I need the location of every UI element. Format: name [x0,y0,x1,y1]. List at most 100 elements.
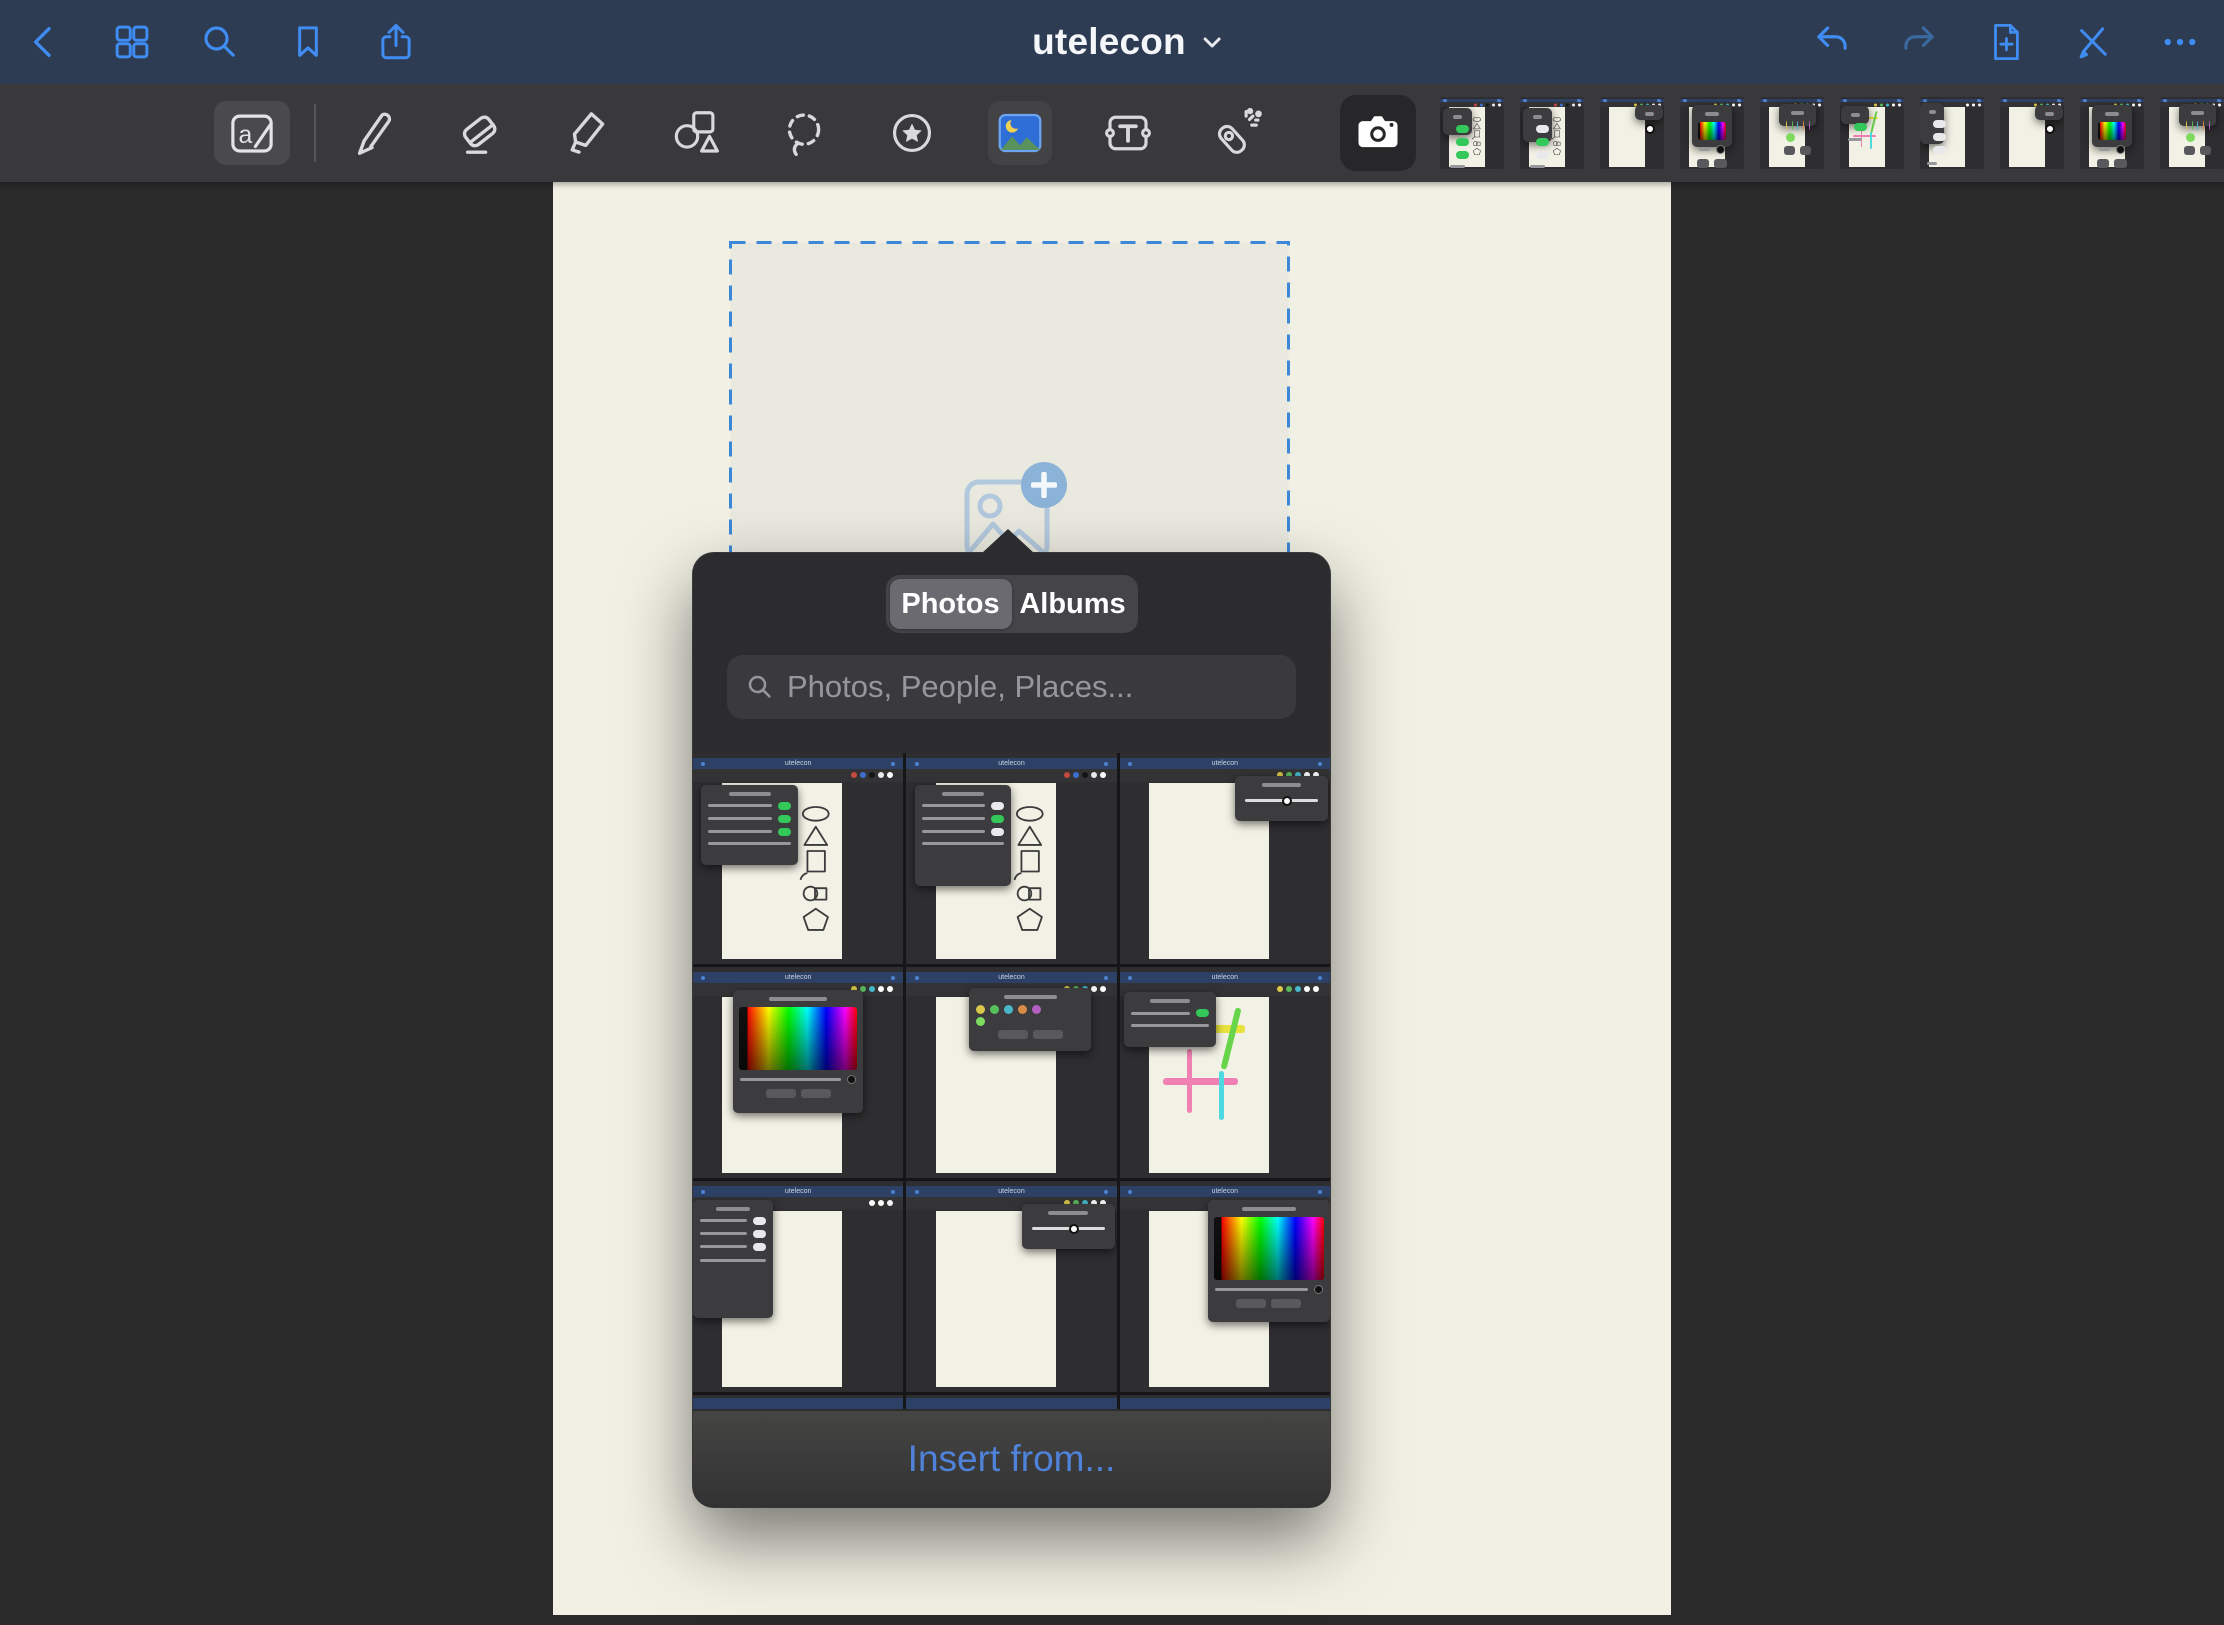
photo-thumbnail-screenshot-pen-thickness[interactable]: utelecon [906,1181,1116,1392]
recent-lasso-tool[interactable]: utelecon [1440,97,1504,169]
sticker-tool[interactable] [880,101,944,165]
image-tool-icon [993,106,1047,160]
photos-popover: Photos Albums uteleconuteleconuteleconut… [692,552,1331,1508]
mini-screenshot: utelecon [2080,97,2144,169]
mini-screenshot: utelecon [693,1181,903,1392]
bookmark-icon [288,22,328,62]
photo-thumbnail-screenshot-highlighter-strokes[interactable]: utelecon [1120,967,1330,1178]
undo-button[interactable] [1810,20,1854,64]
recent-eraser-panel[interactable]: utelecon [1920,97,1984,169]
back-chevron-icon [24,22,64,62]
lasso-tool[interactable] [772,101,836,165]
nav-right-group [1810,0,2202,84]
photo-thumbnail-screenshot-highlighter-thickness[interactable]: utelecon [1120,753,1330,964]
mini-screenshot: utelecon [1760,97,1824,169]
pen-icon [345,106,399,160]
recent-shape-tool[interactable]: utelecon [1520,97,1584,169]
redo-button[interactable] [1897,20,1941,64]
camera-icon [1352,107,1404,159]
mini-screenshot: utelecon [1120,753,1330,964]
eraser-icon [453,106,507,160]
chevron-down-icon [1200,30,1224,54]
add-page-icon [1985,21,2027,63]
photo-thumbnail-screenshot-highlighter-color-spectrum[interactable]: utelecon [693,967,903,1178]
photo-thumbnail-partial-row [1120,1395,1330,1409]
mini-screenshot: utelecon [2000,97,2064,169]
text-tool-icon [1101,106,1155,160]
mini-screenshot: utelecon [1840,97,1904,169]
pencil-slash-icon [2072,21,2114,63]
photo-thumbnail-screenshot-lasso-tool-panel[interactable]: utelecon [693,753,903,964]
search-icon [199,21,241,63]
mini-screenshot: utelecon [1600,97,1664,169]
redo-icon [1898,21,1940,63]
document-grid-view-button[interactable] [110,20,154,64]
sticker-star-icon [885,106,939,160]
camera-button[interactable] [1340,95,1416,171]
photo-thumbnail-partial-row [693,1395,903,1409]
popover-footer: Insert from... [693,1411,1330,1507]
highlighter-icon [561,106,615,160]
tab-photos[interactable]: Photos [890,579,1012,629]
mini-screenshot: utelecon [1680,97,1744,169]
recent-pen-presets[interactable]: utelecon [2160,97,2224,169]
back-button[interactable] [22,20,66,64]
recent-highlighter-spectrum[interactable]: utelecon [1680,97,1744,169]
photo-thumbnail-screenshot-pen-color-spectrum[interactable]: utelecon [1120,1181,1330,1392]
add-page-button[interactable] [1984,20,2028,64]
document-title[interactable]: utelecon [1032,0,1224,84]
search-icon [745,672,775,702]
more-button[interactable] [2158,20,2202,64]
lasso-icon [777,106,831,160]
recent-highlighter-thickness[interactable]: utelecon [1600,97,1664,169]
recent-highlighter-strokes[interactable]: utelecon [1840,97,1904,169]
search-input[interactable] [787,669,1278,705]
laser-pointer-icon [1209,106,1263,160]
mini-screenshot: utelecon [693,753,903,964]
photo-grid: uteleconuteleconuteleconuteleconutelecon… [693,753,1330,1409]
photo-thumbnail-screenshot-shape-tool-panel[interactable]: utelecon [906,753,1116,964]
grid-view-icon [111,21,153,63]
handwriting-mode-icon: a [225,106,279,160]
mini-screenshot: utelecon [1120,1181,1330,1392]
mini-screenshot: utelecon [693,967,903,1178]
undo-icon [1811,21,1853,63]
mini-screenshot: utelecon [906,1181,1116,1392]
plus-badge-icon [1021,462,1067,508]
mini-screenshot: utelecon [906,967,1116,1178]
popover-arrow [982,529,1034,553]
toolbar-divider [314,104,316,162]
shapes-icon [669,106,723,160]
scroll-mode-tool[interactable]: a [214,101,290,165]
recent-pen-thickness[interactable]: utelecon [2000,97,2064,169]
photo-search-field[interactable] [727,655,1296,719]
photos-albums-segmented: Photos Albums [886,575,1138,633]
photo-thumbnail-screenshot-highlighter-color-presets[interactable]: utelecon [906,967,1116,1178]
mini-screenshot: utelecon [1520,97,1584,169]
mini-screenshot: utelecon [2160,97,2224,169]
share-icon [375,21,417,63]
nav-left-group [22,0,418,84]
document-title-label: utelecon [1032,21,1186,63]
eraser-tool[interactable] [448,101,512,165]
share-button[interactable] [374,20,418,64]
laser-pointer-tool[interactable] [1204,101,1268,165]
recent-highlighter-presets[interactable]: utelecon [1760,97,1824,169]
photo-thumbnail-partial-row [906,1395,1116,1409]
mini-screenshot: utelecon [1440,97,1504,169]
stop-editing-button[interactable] [2071,20,2115,64]
search-button[interactable] [198,20,242,64]
pen-tool[interactable] [340,101,404,165]
text-tool[interactable] [1096,101,1160,165]
tab-albums[interactable]: Albums [1012,579,1134,629]
mini-screenshot: utelecon [1920,97,1984,169]
shapes-tool[interactable] [664,101,728,165]
insert-from-button[interactable]: Insert from... [908,1438,1116,1480]
recent-pen-spectrum[interactable]: utelecon [2080,97,2144,169]
navigation-bar: utelecon [0,0,2224,84]
image-tool[interactable] [988,101,1052,165]
mini-screenshot: utelecon [1120,967,1330,1178]
photo-thumbnail-screenshot-eraser-panel[interactable]: utelecon [693,1181,903,1392]
bookmark-button[interactable] [286,20,330,64]
highlighter-tool[interactable] [556,101,620,165]
